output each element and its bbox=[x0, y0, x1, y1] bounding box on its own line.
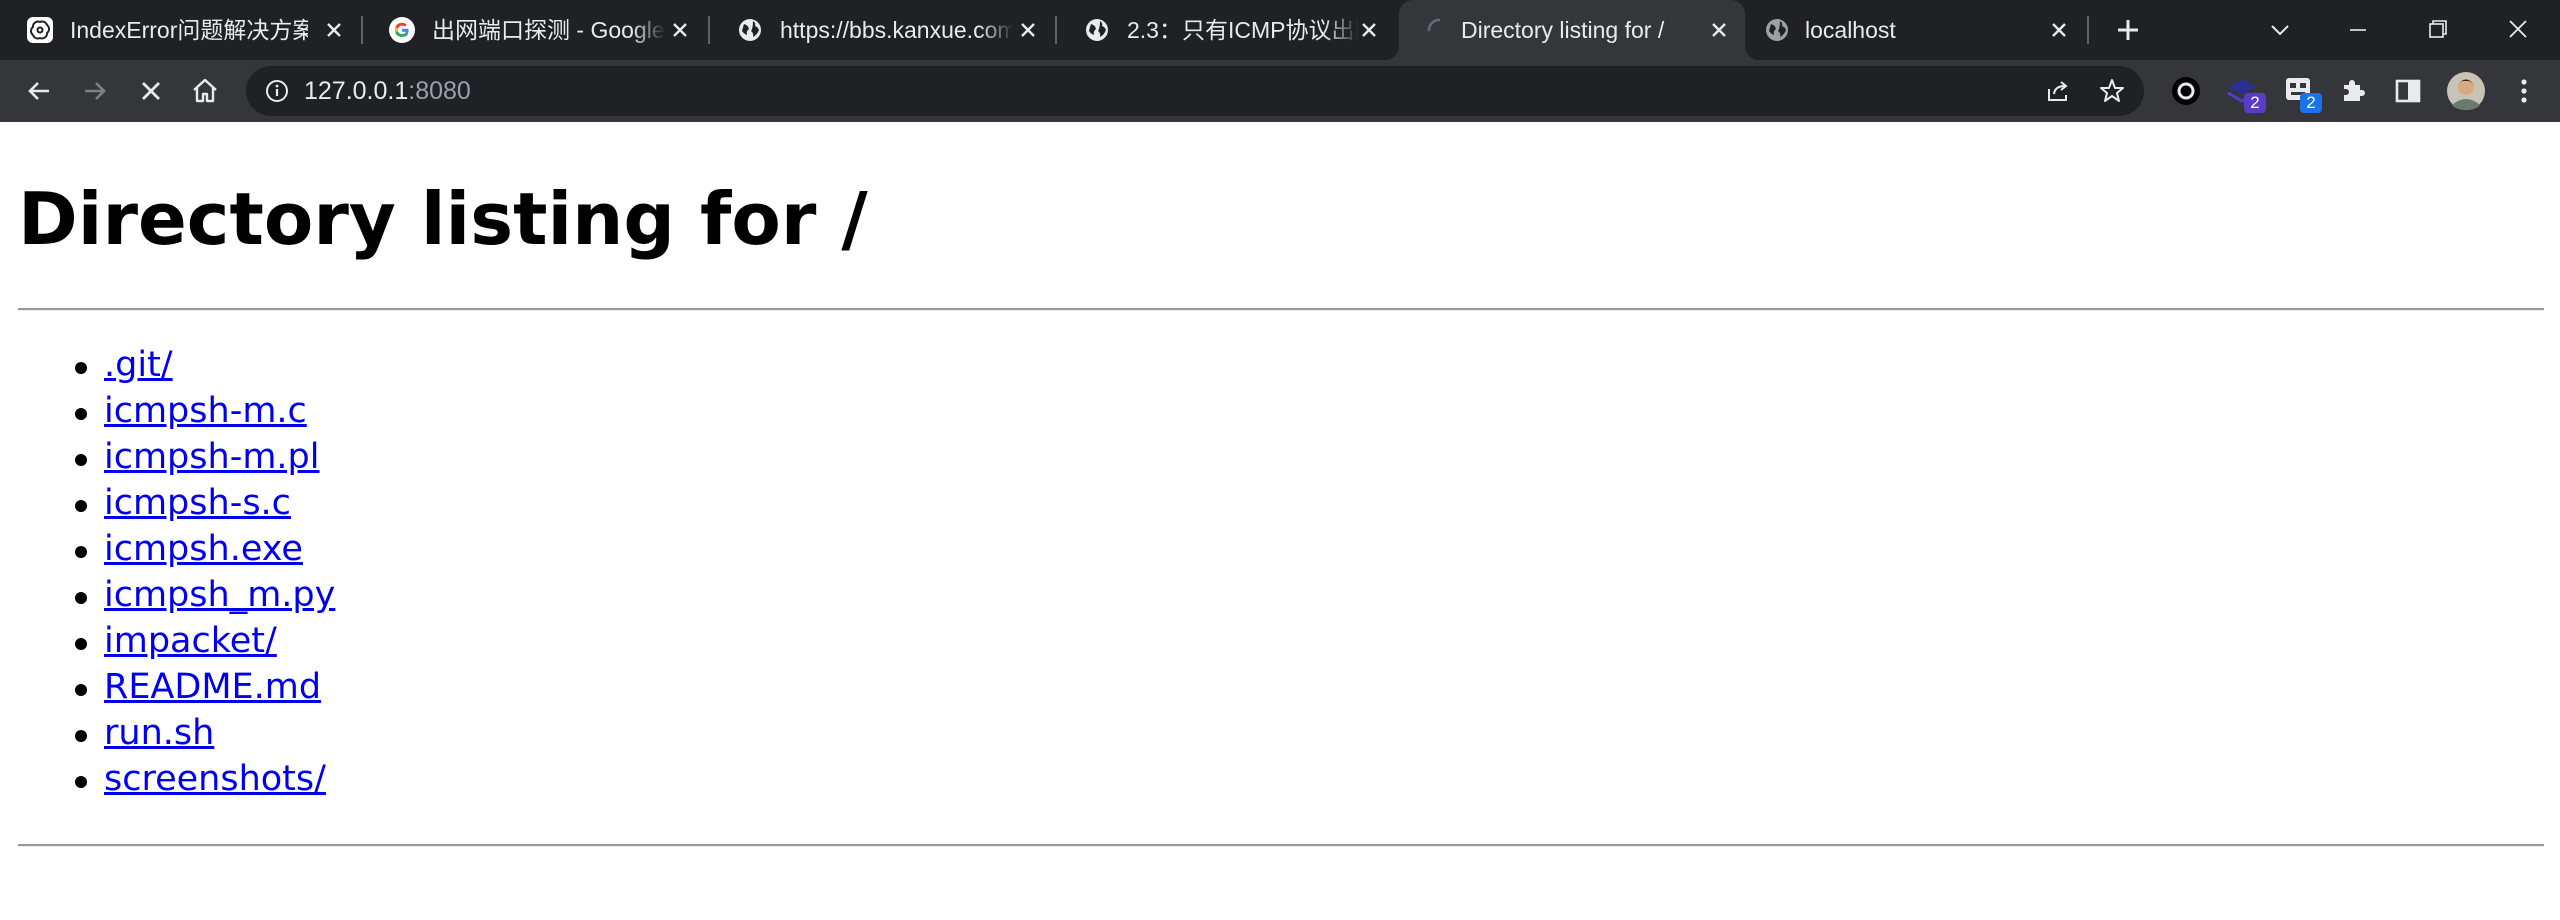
back-arrow-icon[interactable] bbox=[22, 74, 56, 108]
forward-arrow-icon[interactable] bbox=[78, 74, 112, 108]
extension-badge: 2 bbox=[2300, 93, 2322, 113]
file-link[interactable]: run.sh bbox=[104, 710, 214, 756]
file-link[interactable]: screenshots/ bbox=[104, 756, 326, 802]
tab-title: 出网端口探测 - Google 搜索 bbox=[432, 17, 666, 43]
globe-icon bbox=[1766, 19, 1788, 41]
bullet bbox=[75, 454, 87, 466]
tab-directory-listing[interactable]: Directory listing for / bbox=[1385, 0, 1759, 60]
tab-title: IndexError问题解决方案 bbox=[70, 17, 308, 43]
tab-kanxue[interactable]: https://bbs.kanxue.com/ bbox=[710, 0, 1056, 60]
file-link[interactable]: icmpsh-m.pl bbox=[104, 434, 320, 480]
bullet bbox=[75, 500, 87, 512]
file-link[interactable]: icmpsh.exe bbox=[104, 526, 303, 572]
tab-title: Directory listing for / bbox=[1461, 17, 1665, 43]
circle-extension-icon[interactable] bbox=[2168, 73, 2204, 109]
address-bar[interactable]: 127.0.0.1:8080 bbox=[246, 66, 2144, 116]
file-link[interactable]: icmpsh_m.py bbox=[104, 572, 335, 618]
horizontal-rule bbox=[18, 844, 2544, 847]
more-menu-icon[interactable] bbox=[2506, 73, 2542, 109]
browser-toolbar: 127.0.0.1:8080 2 2 bbox=[0, 60, 2560, 122]
file-link[interactable]: .git/ bbox=[104, 342, 173, 388]
horizontal-rule bbox=[18, 308, 2544, 311]
bullet bbox=[75, 362, 87, 374]
bookmark-star-icon[interactable] bbox=[2098, 77, 2126, 105]
address-url[interactable]: 127.0.0.1:8080 bbox=[304, 76, 471, 106]
share-icon[interactable] bbox=[2044, 77, 2072, 105]
url-port: :8080 bbox=[408, 77, 471, 105]
tab-google-search[interactable]: 出网端口探测 - Google 搜索 bbox=[362, 0, 708, 60]
close-icon[interactable] bbox=[1016, 18, 1040, 42]
minimize-icon[interactable] bbox=[2340, 12, 2376, 48]
tab-localhost[interactable]: localhost bbox=[1747, 0, 2087, 60]
file-link[interactable]: impacket/ bbox=[104, 618, 277, 664]
bullet bbox=[75, 776, 87, 788]
tab-title: https://bbs.kanxue.com/ bbox=[780, 17, 1014, 43]
tab-icmp[interactable]: 2.3：只有ICMP协议出网 bbox=[1057, 0, 1397, 60]
bullet bbox=[75, 730, 87, 742]
page-heading: Directory listing for / bbox=[18, 177, 868, 261]
file-link[interactable]: README.md bbox=[104, 664, 321, 710]
bullet bbox=[75, 684, 87, 696]
puzzle-icon[interactable] bbox=[2336, 73, 2372, 109]
robot-extension-button[interactable]: 2 bbox=[2280, 73, 2322, 113]
file-link[interactable]: icmpsh-m.c bbox=[104, 388, 307, 434]
page-content: Directory listing for / .git/ icmpsh-m.c… bbox=[0, 122, 2560, 920]
site-info-icon[interactable] bbox=[264, 78, 290, 104]
tab-title: 2.3：只有ICMP协议出网 bbox=[1127, 17, 1359, 43]
home-icon[interactable] bbox=[188, 74, 222, 108]
stop-loading-icon[interactable] bbox=[134, 74, 168, 108]
globe-icon bbox=[1086, 19, 1108, 41]
close-icon[interactable] bbox=[322, 18, 346, 42]
profile-avatar[interactable] bbox=[2446, 71, 2486, 111]
tab-search-chevron-icon[interactable] bbox=[2262, 12, 2298, 48]
tab-separator bbox=[2087, 16, 2089, 44]
bullet bbox=[75, 592, 87, 604]
google-icon bbox=[389, 17, 415, 43]
bullet bbox=[75, 546, 87, 558]
globe-icon bbox=[739, 19, 761, 41]
tab-title: localhost bbox=[1805, 17, 1896, 43]
close-icon[interactable] bbox=[668, 18, 692, 42]
openai-icon bbox=[27, 17, 53, 43]
close-icon[interactable] bbox=[1357, 18, 1381, 42]
close-icon[interactable] bbox=[2047, 18, 2071, 42]
tab-strip: IndexError问题解决方案 出网端口探测 - Google 搜索 http… bbox=[0, 0, 2560, 60]
loading-spinner-icon bbox=[1427, 18, 1441, 32]
url-host: 127.0.0.1 bbox=[304, 77, 409, 105]
stack-extension-button[interactable]: 2 bbox=[2224, 73, 2266, 113]
side-panel-icon[interactable] bbox=[2390, 73, 2426, 109]
bullet bbox=[75, 408, 87, 420]
restore-icon[interactable] bbox=[2420, 12, 2456, 48]
file-link[interactable]: icmpsh-s.c bbox=[104, 480, 291, 526]
extension-badge: 2 bbox=[2244, 93, 2266, 113]
new-tab-plus-icon[interactable] bbox=[2112, 14, 2144, 46]
bullet bbox=[75, 638, 87, 650]
tab-indexerror[interactable]: IndexError问题解决方案 bbox=[0, 0, 360, 60]
close-icon[interactable] bbox=[1707, 18, 1731, 42]
close-window-icon[interactable] bbox=[2500, 12, 2536, 48]
